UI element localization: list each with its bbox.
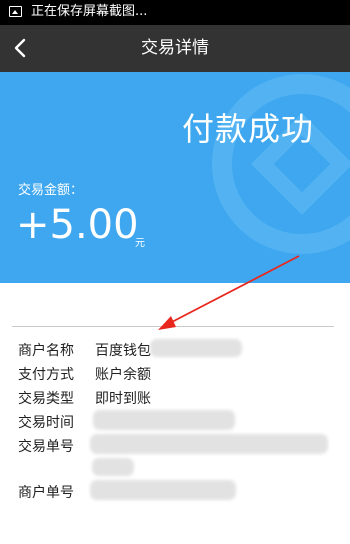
redacted-merchant-number [90,480,236,500]
currency-unit: 元 [135,238,145,249]
transaction-time-label: 交易时间 [18,415,74,431]
divider [12,326,334,327]
payment-method-value: 账户余额 [95,367,151,383]
header-bar: 交易详情 [0,25,350,72]
redacted-transaction-time [93,410,235,430]
status-bar-text: 正在保存屏幕截图... [31,4,148,19]
transaction-type-value: 即时到账 [95,391,151,407]
merchant-name-label: 商户名称 [18,343,74,359]
page-title: 交易详情 [141,38,209,58]
amount-label: 交易金额： [18,183,84,198]
transaction-number-label: 交易单号 [18,439,74,455]
back-arrow-icon[interactable] [11,38,31,58]
coin-watermark-icon [212,74,350,254]
merchant-name-value: 百度钱包 [95,343,151,359]
transaction-type-label: 交易类型 [18,391,74,407]
redacted-merchant-name [150,339,242,357]
redacted-transaction-number-continued [92,458,134,476]
merchant-number-label: 商户单号 [18,485,74,501]
redacted-transaction-number [90,434,328,454]
status-bar: 正在保存屏幕截图... [0,0,350,25]
amount-value: +5.00 [16,202,139,248]
payment-method-label: 支付方式 [18,367,74,383]
payment-summary-card: 付款成功 交易金额： +5.00 元 [0,72,350,283]
screenshot-icon [9,6,22,17]
payment-status: 付款成功 [181,110,314,148]
